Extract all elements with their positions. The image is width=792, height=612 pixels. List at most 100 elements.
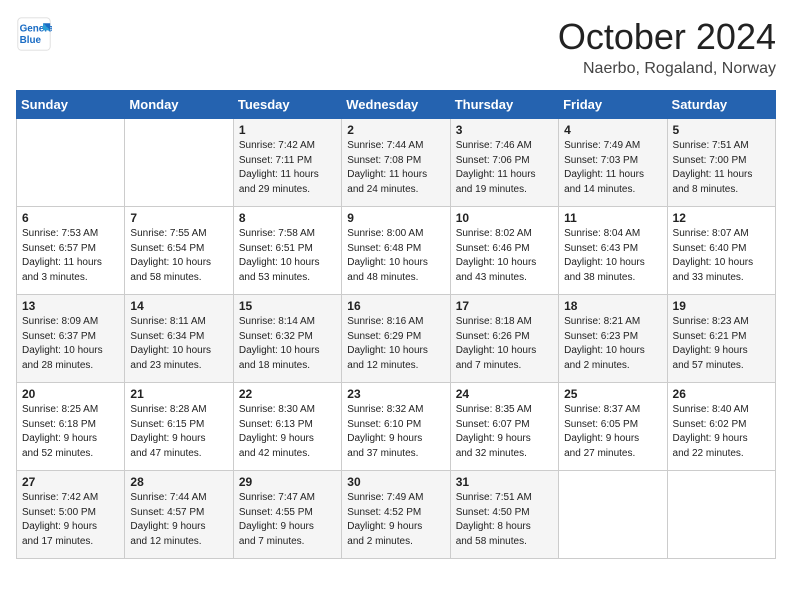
week-row-0: 1 Sunrise: 7:42 AMSunset: 7:11 PMDaylight… — [17, 119, 776, 207]
calendar-cell: 17 Sunrise: 8:18 AMSunset: 6:26 PMDayligh… — [450, 295, 558, 383]
day-number: 13 — [22, 299, 119, 313]
day-detail: Sunrise: 7:44 AMSunset: 7:08 PMDaylight:… — [347, 139, 444, 197]
day-detail: Sunrise: 7:51 AMSunset: 4:50 PMDaylight:… — [456, 491, 553, 549]
day-detail: Sunrise: 8:14 AMSunset: 6:32 PMDaylight:… — [239, 315, 336, 373]
calendar-cell: 12 Sunrise: 8:07 AMSunset: 6:40 PMDayligh… — [667, 207, 775, 295]
day-detail: Sunrise: 7:51 AMSunset: 7:00 PMDaylight:… — [673, 139, 770, 197]
day-number: 31 — [456, 475, 553, 489]
calendar-cell: 6Sunrise: 7:53 AMSunset: 6:57 PMDaylight… — [17, 207, 125, 295]
day-number: 17 — [456, 299, 553, 313]
calendar-cell: 23 Sunrise: 8:32 AMSunset: 6:10 PMDayligh… — [342, 383, 450, 471]
calendar-cell: 5 Sunrise: 7:51 AMSunset: 7:00 PMDaylight… — [667, 119, 775, 207]
header-wednesday: Wednesday — [342, 91, 450, 119]
header-monday: Monday — [125, 91, 233, 119]
day-detail: Sunrise: 7:46 AMSunset: 7:06 PMDaylight:… — [456, 139, 553, 197]
day-detail: Sunrise: 8:09 AMSunset: 6:37 PMDaylight:… — [22, 315, 119, 373]
day-number: 24 — [456, 387, 553, 401]
calendar-cell — [125, 119, 233, 207]
calendar-cell: 29 Sunrise: 7:47 AMSunset: 4:55 PMDayligh… — [233, 471, 341, 559]
day-number: 3 — [456, 123, 553, 137]
calendar-cell: 30Sunrise: 7:49 AMSunset: 4:52 PMDayligh… — [342, 471, 450, 559]
day-number: 30 — [347, 475, 444, 489]
calendar-cell: 24 Sunrise: 8:35 AMSunset: 6:07 PMDayligh… — [450, 383, 558, 471]
day-number: 28 — [130, 475, 227, 489]
day-detail: Sunrise: 7:44 AMSunset: 4:57 PMDaylight:… — [130, 491, 227, 549]
day-detail: Sunrise: 8:18 AMSunset: 6:26 PMDaylight:… — [456, 315, 553, 373]
day-detail: Sunrise: 8:16 AMSunset: 6:29 PMDaylight:… — [347, 315, 444, 373]
day-detail: Sunrise: 8:37 AMSunset: 6:05 PMDaylight:… — [564, 403, 661, 461]
header-tuesday: Tuesday — [233, 91, 341, 119]
calendar-cell — [667, 471, 775, 559]
logo: General Blue — [16, 16, 52, 52]
day-number: 2 — [347, 123, 444, 137]
page-header: General Blue October 2024 Naerbo, Rogala… — [16, 16, 776, 78]
day-number: 25 — [564, 387, 661, 401]
day-number: 23 — [347, 387, 444, 401]
header-sunday: Sunday — [17, 91, 125, 119]
day-detail: Sunrise: 7:47 AMSunset: 4:55 PMDaylight:… — [239, 491, 336, 549]
day-number: 5 — [673, 123, 770, 137]
calendar-cell: 25 Sunrise: 8:37 AMSunset: 6:05 PMDayligh… — [559, 383, 667, 471]
day-detail: Sunrise: 7:42 AMSunset: 7:11 PMDaylight:… — [239, 139, 336, 197]
title-block: October 2024 Naerbo, Rogaland, Norway — [558, 16, 776, 78]
calendar-cell: 11 Sunrise: 8:04 AMSunset: 6:43 PMDayligh… — [559, 207, 667, 295]
day-detail: Sunrise: 8:25 AMSunset: 6:18 PMDaylight:… — [22, 403, 119, 461]
day-detail: Sunrise: 8:07 AMSunset: 6:40 PMDaylight:… — [673, 227, 770, 285]
calendar-cell: 15 Sunrise: 8:14 AMSunset: 6:32 PMDayligh… — [233, 295, 341, 383]
calendar-cell: 2 Sunrise: 7:44 AMSunset: 7:08 PMDaylight… — [342, 119, 450, 207]
calendar-cell: 31 Sunrise: 7:51 AMSunset: 4:50 PMDayligh… — [450, 471, 558, 559]
day-detail: Sunrise: 8:28 AMSunset: 6:15 PMDaylight:… — [130, 403, 227, 461]
day-detail: Sunrise: 8:21 AMSunset: 6:23 PMDaylight:… — [564, 315, 661, 373]
day-detail: Sunrise: 8:32 AMSunset: 6:10 PMDaylight:… — [347, 403, 444, 461]
day-detail: Sunrise: 8:35 AMSunset: 6:07 PMDaylight:… — [456, 403, 553, 461]
calendar-cell: 10 Sunrise: 8:02 AMSunset: 6:46 PMDayligh… — [450, 207, 558, 295]
day-number: 29 — [239, 475, 336, 489]
calendar-cell: 9Sunrise: 8:00 AMSunset: 6:48 PMDaylight… — [342, 207, 450, 295]
calendar-cell: 1 Sunrise: 7:42 AMSunset: 7:11 PMDaylight… — [233, 119, 341, 207]
svg-text:Blue: Blue — [20, 35, 42, 46]
calendar-cell: 20 Sunrise: 8:25 AMSunset: 6:18 PMDayligh… — [17, 383, 125, 471]
calendar-cell — [17, 119, 125, 207]
calendar-cell — [559, 471, 667, 559]
calendar-cell: 26 Sunrise: 8:40 AMSunset: 6:02 PMDayligh… — [667, 383, 775, 471]
day-number: 11 — [564, 211, 661, 225]
header-thursday: Thursday — [450, 91, 558, 119]
calendar-cell: 28 Sunrise: 7:44 AMSunset: 4:57 PMDayligh… — [125, 471, 233, 559]
day-number: 12 — [673, 211, 770, 225]
day-detail: Sunrise: 8:11 AMSunset: 6:34 PMDaylight:… — [130, 315, 227, 373]
day-detail: Sunrise: 7:49 AMSunset: 7:03 PMDaylight:… — [564, 139, 661, 197]
day-number: 1 — [239, 123, 336, 137]
day-detail: Sunrise: 8:00 AMSunset: 6:48 PMDaylight:… — [347, 227, 444, 285]
day-number: 26 — [673, 387, 770, 401]
week-row-1: 6Sunrise: 7:53 AMSunset: 6:57 PMDaylight… — [17, 207, 776, 295]
calendar-cell: 22 Sunrise: 8:30 AMSunset: 6:13 PMDayligh… — [233, 383, 341, 471]
week-row-2: 13 Sunrise: 8:09 AMSunset: 6:37 PMDayligh… — [17, 295, 776, 383]
day-number: 27 — [22, 475, 119, 489]
day-number: 8 — [239, 211, 336, 225]
calendar-cell: 8 Sunrise: 7:58 AMSunset: 6:51 PMDaylight… — [233, 207, 341, 295]
day-detail: Sunrise: 8:02 AMSunset: 6:46 PMDaylight:… — [456, 227, 553, 285]
logo-icon: General Blue — [16, 16, 52, 52]
calendar-cell: 3 Sunrise: 7:46 AMSunset: 7:06 PMDaylight… — [450, 119, 558, 207]
day-detail: Sunrise: 7:55 AMSunset: 6:54 PMDaylight:… — [130, 227, 227, 285]
month-title: October 2024 — [558, 16, 776, 58]
day-detail: Sunrise: 7:42 AMSunset: 5:00 PMDaylight:… — [22, 491, 119, 549]
day-number: 14 — [130, 299, 227, 313]
day-number: 21 — [130, 387, 227, 401]
day-number: 22 — [239, 387, 336, 401]
day-detail: Sunrise: 8:23 AMSunset: 6:21 PMDaylight:… — [673, 315, 770, 373]
week-row-3: 20 Sunrise: 8:25 AMSunset: 6:18 PMDayligh… — [17, 383, 776, 471]
calendar-cell: 13 Sunrise: 8:09 AMSunset: 6:37 PMDayligh… — [17, 295, 125, 383]
calendar-cell: 18 Sunrise: 8:21 AMSunset: 6:23 PMDayligh… — [559, 295, 667, 383]
calendar-cell: 16Sunrise: 8:16 AMSunset: 6:29 PMDayligh… — [342, 295, 450, 383]
calendar-cell: 4Sunrise: 7:49 AMSunset: 7:03 PMDaylight… — [559, 119, 667, 207]
day-detail: Sunrise: 8:30 AMSunset: 6:13 PMDaylight:… — [239, 403, 336, 461]
day-number: 10 — [456, 211, 553, 225]
day-detail: Sunrise: 8:40 AMSunset: 6:02 PMDaylight:… — [673, 403, 770, 461]
day-number: 20 — [22, 387, 119, 401]
day-number: 18 — [564, 299, 661, 313]
header-saturday: Saturday — [667, 91, 775, 119]
day-detail: Sunrise: 8:04 AMSunset: 6:43 PMDaylight:… — [564, 227, 661, 285]
day-number: 15 — [239, 299, 336, 313]
day-detail: Sunrise: 7:58 AMSunset: 6:51 PMDaylight:… — [239, 227, 336, 285]
